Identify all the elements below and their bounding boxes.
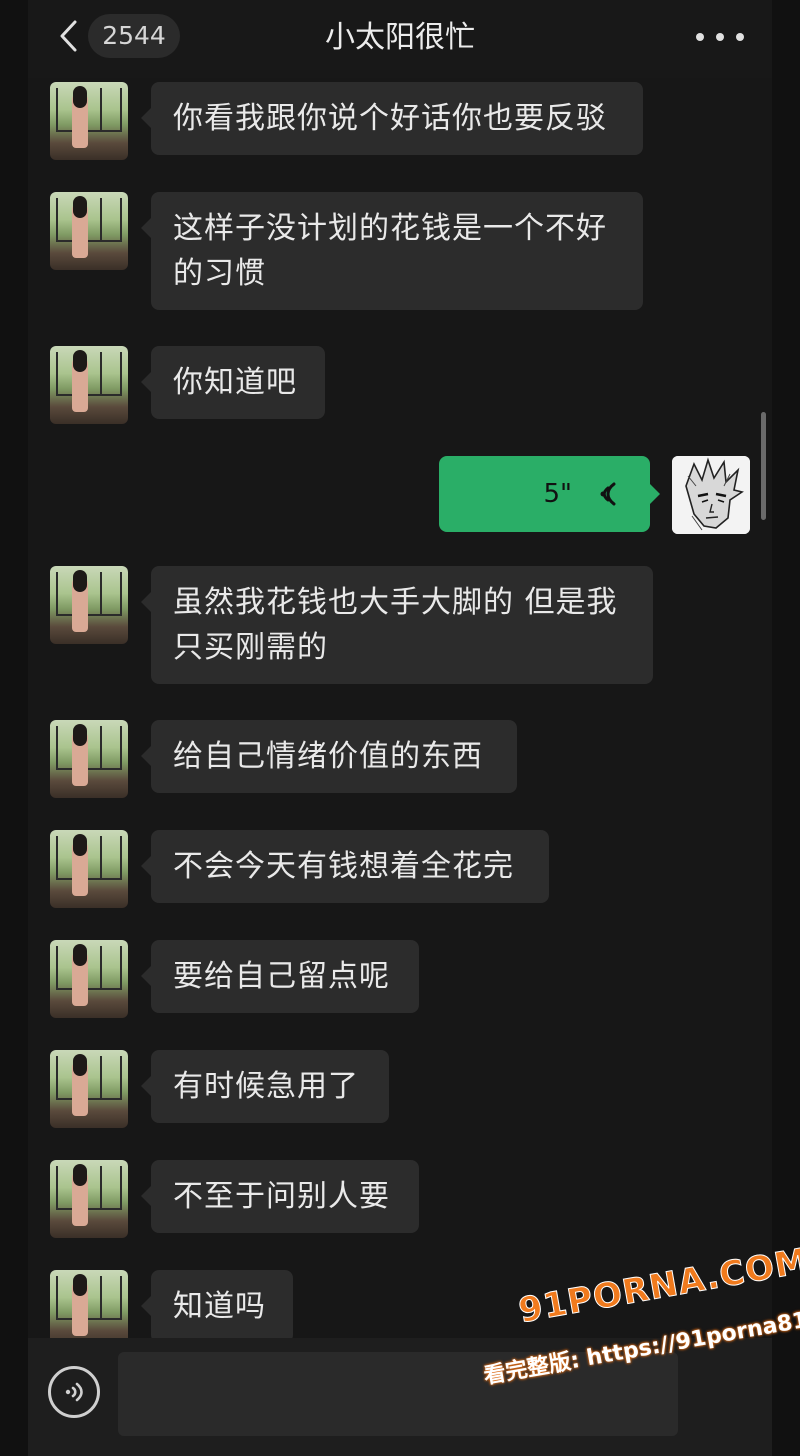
my-avatar[interactable]	[672, 456, 750, 534]
message-bubble[interactable]: 你知道吧	[141, 346, 325, 419]
message-text: 虽然我花钱也大手大脚的 但是我	[173, 585, 618, 620]
message-text: 不至于问别人要	[173, 1179, 390, 1214]
message-text: 不会今天有钱想着全花完	[173, 849, 514, 884]
message-bubble[interactable]: 这样子没计划的花钱是一个不好 的习惯	[141, 192, 643, 310]
chat-title: 小太阳很忙	[325, 20, 475, 55]
message-text: 这样子没计划的花钱是一个不好	[173, 211, 607, 246]
contact-avatar[interactable]	[50, 192, 128, 270]
contact-avatar[interactable]	[50, 830, 128, 908]
more-dots-icon	[696, 33, 704, 41]
message-text: 的习惯	[173, 256, 266, 291]
contact-avatar[interactable]	[50, 1160, 128, 1238]
voice-input-button[interactable]	[48, 1366, 100, 1418]
message-bubble[interactable]: 虽然我花钱也大手大脚的 但是我 只买刚需的	[141, 566, 653, 684]
contact-avatar[interactable]	[50, 566, 128, 644]
message-text: 给自己情绪价值的东西	[173, 739, 483, 774]
more-button[interactable]	[696, 22, 744, 52]
contact-avatar[interactable]	[50, 1270, 128, 1348]
chat-screen: 2544 小太阳很忙 你看我跟你说个好话你也要反驳 这样子没计划的花钱是一个不好…	[28, 0, 772, 1456]
message-bubble[interactable]: 不至于问别人要	[141, 1160, 419, 1233]
voice-wave-icon	[600, 482, 616, 506]
message-bubble[interactable]: 你看我跟你说个好话你也要反驳	[141, 82, 643, 155]
message-bubble[interactable]: 知道吗	[141, 1270, 293, 1343]
message-text: 有时候急用了	[173, 1069, 359, 1104]
message-text: 要给自己留点呢	[173, 959, 390, 994]
message-bubble[interactable]: 给自己情绪价值的东西	[141, 720, 517, 793]
message-text: 知道吗	[173, 1289, 266, 1324]
chat-header: 2544 小太阳很忙	[28, 0, 772, 78]
contact-avatar[interactable]	[50, 82, 128, 160]
voice-duration: 5"	[543, 479, 572, 509]
message-text: 你看我跟你说个好话你也要反驳	[173, 101, 607, 136]
contact-avatar[interactable]	[50, 1050, 128, 1128]
contact-avatar[interactable]	[50, 720, 128, 798]
voice-message-bubble[interactable]: 5"	[439, 456, 660, 532]
scrollbar[interactable]	[761, 412, 766, 520]
message-text: 你知道吧	[173, 365, 297, 400]
message-bubble[interactable]: 不会今天有钱想着全花完	[141, 830, 549, 903]
message-bubble[interactable]: 有时候急用了	[141, 1050, 389, 1123]
contact-avatar[interactable]	[50, 346, 128, 424]
message-bubble[interactable]: 要给自己留点呢	[141, 940, 419, 1013]
phone-frame: 2544 小太阳很忙 你看我跟你说个好话你也要反驳 这样子没计划的花钱是一个不好…	[0, 0, 800, 1456]
voice-input-icon	[65, 1382, 83, 1402]
manga-portrait-icon	[672, 456, 750, 534]
contact-avatar[interactable]	[50, 940, 128, 1018]
message-text: 只买刚需的	[173, 630, 328, 665]
